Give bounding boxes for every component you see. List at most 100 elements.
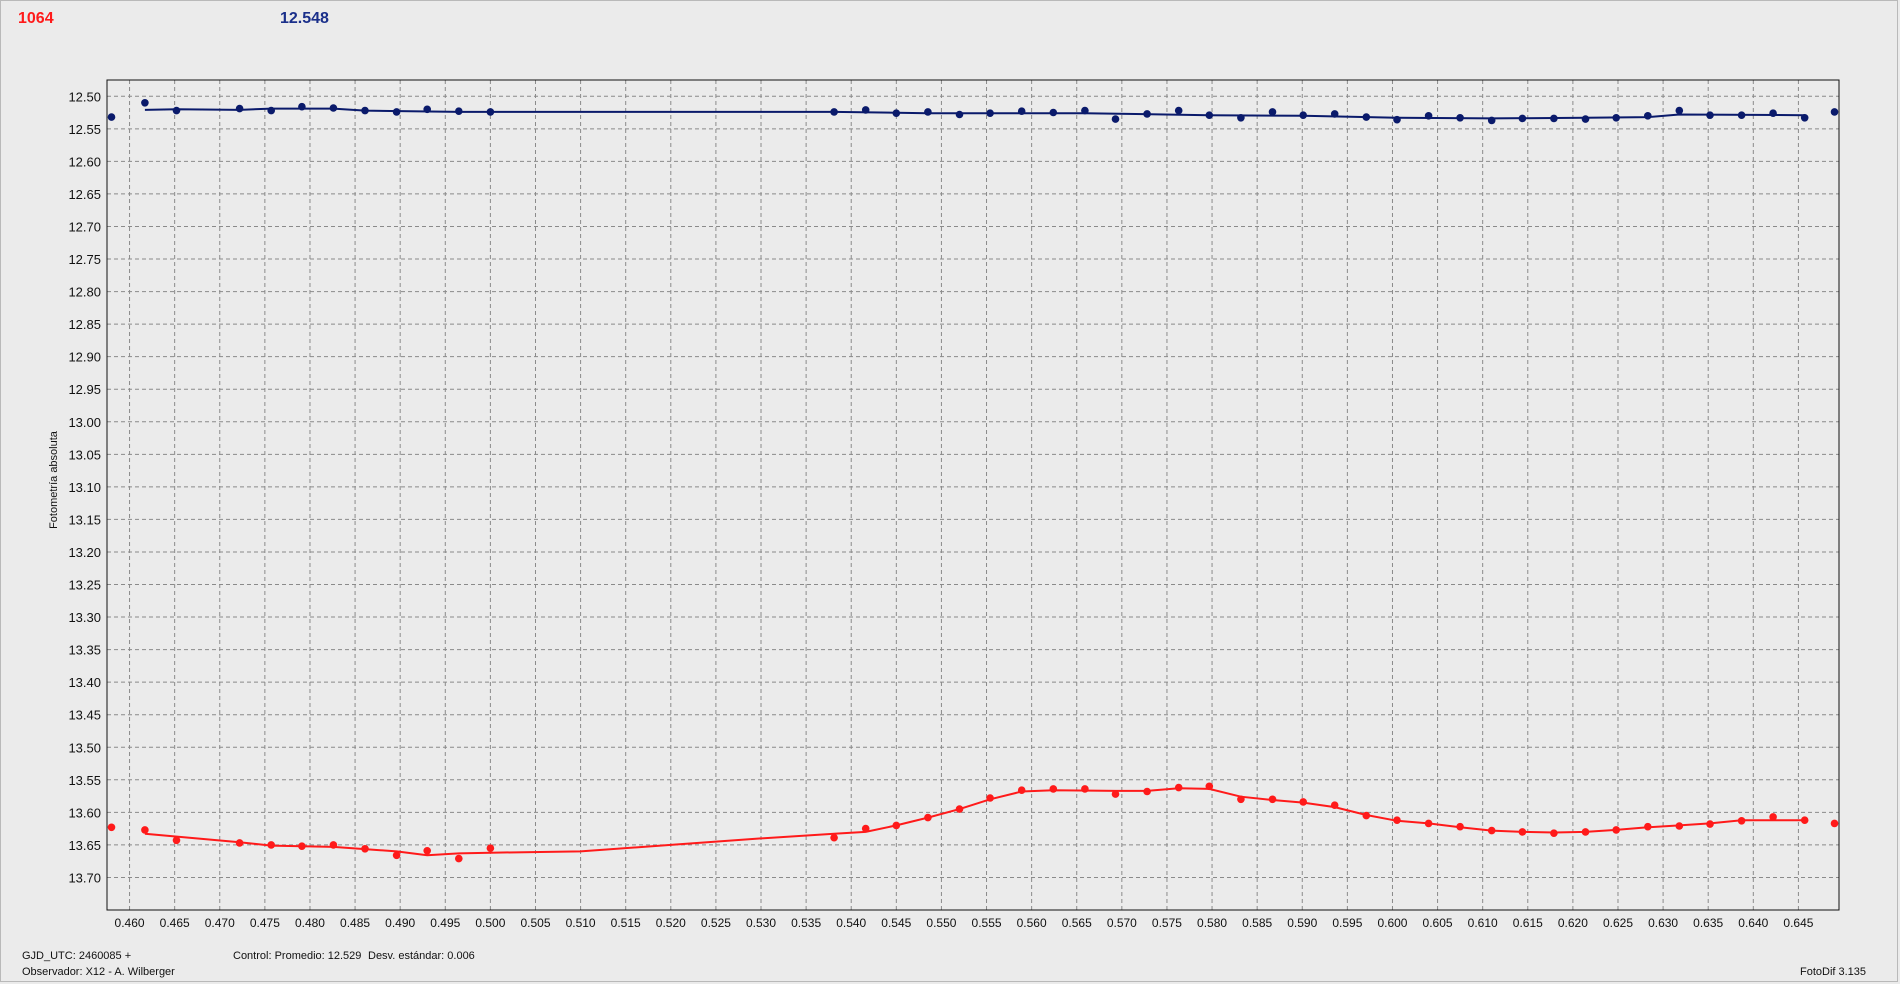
plot-area[interactable] xyxy=(107,80,1839,910)
data-point[interactable] xyxy=(1706,820,1714,828)
data-point[interactable] xyxy=(361,106,369,115)
data-point[interactable] xyxy=(955,110,964,119)
data-point[interactable] xyxy=(267,841,276,849)
data-point[interactable] xyxy=(924,108,932,116)
x-tick-label: 0.500 xyxy=(475,916,505,930)
data-point[interactable] xyxy=(1518,114,1527,123)
data-point[interactable] xyxy=(107,113,116,121)
data-point[interactable] xyxy=(1330,801,1339,809)
data-point[interactable] xyxy=(267,106,276,115)
data-point[interactable] xyxy=(1362,811,1371,820)
data-point[interactable] xyxy=(1143,787,1151,796)
data-point[interactable] xyxy=(486,844,495,852)
data-point[interactable] xyxy=(1737,817,1746,825)
data-point[interactable] xyxy=(1612,826,1620,834)
data-point[interactable] xyxy=(455,854,463,863)
x-tick-label: 0.475 xyxy=(250,916,280,930)
data-point[interactable] xyxy=(1081,106,1089,115)
data-point[interactable] xyxy=(1581,828,1590,836)
data-point[interactable] xyxy=(141,99,149,107)
x-tick-label: 0.515 xyxy=(611,916,641,930)
data-point[interactable] xyxy=(1049,785,1058,793)
data-point[interactable] xyxy=(1456,114,1464,122)
data-point[interactable] xyxy=(1111,115,1120,123)
data-point[interactable] xyxy=(1769,109,1777,117)
data-point[interactable] xyxy=(1487,116,1496,125)
data-point[interactable] xyxy=(1830,819,1839,828)
data-point[interactable] xyxy=(1518,828,1527,836)
data-point[interactable] xyxy=(298,842,306,850)
data-point[interactable] xyxy=(1017,786,1026,794)
data-point[interactable] xyxy=(892,821,901,830)
data-point[interactable] xyxy=(1456,822,1464,831)
data-point[interactable] xyxy=(1111,790,1120,798)
data-point[interactable] xyxy=(986,109,994,117)
data-point[interactable] xyxy=(1675,106,1684,115)
data-point[interactable] xyxy=(1550,114,1558,123)
data-point[interactable] xyxy=(1706,111,1714,119)
data-point[interactable] xyxy=(1644,112,1652,120)
data-point[interactable] xyxy=(1424,112,1433,120)
data-point[interactable] xyxy=(1017,107,1026,115)
data-point[interactable] xyxy=(861,106,870,114)
data-point[interactable] xyxy=(986,794,994,802)
x-tick-label: 0.560 xyxy=(1017,916,1047,930)
data-point[interactable] xyxy=(392,108,401,116)
x-tick-label: 0.595 xyxy=(1332,916,1362,930)
data-point[interactable] xyxy=(1800,114,1809,122)
data-point[interactable] xyxy=(1581,115,1590,123)
data-point[interactable] xyxy=(830,833,838,842)
data-point[interactable] xyxy=(1049,108,1058,117)
light-curve-chart[interactable]: 12.50 12.55 12.60 12.65 12.70 12.75 12.80 12.85… xyxy=(0,0,1900,984)
data-point[interactable] xyxy=(141,826,149,834)
x-tick-label: 0.555 xyxy=(972,916,1002,930)
x-tick-label: 0.645 xyxy=(1783,916,1813,930)
data-point[interactable] xyxy=(1299,798,1307,806)
data-point[interactable] xyxy=(1362,113,1371,121)
data-point[interactable] xyxy=(1424,819,1433,828)
data-point[interactable] xyxy=(486,108,495,116)
data-point[interactable] xyxy=(298,102,306,111)
data-point[interactable] xyxy=(1268,795,1277,804)
data-point[interactable] xyxy=(1237,114,1245,122)
data-point[interactable] xyxy=(1830,108,1839,116)
data-point[interactable] xyxy=(107,823,116,832)
data-point[interactable] xyxy=(1299,111,1307,119)
data-point[interactable] xyxy=(892,109,901,117)
data-point[interactable] xyxy=(1487,826,1496,835)
data-point[interactable] xyxy=(1644,822,1652,831)
data-point[interactable] xyxy=(1330,110,1339,118)
data-point[interactable] xyxy=(329,841,338,849)
data-point[interactable] xyxy=(861,824,870,833)
data-point[interactable] xyxy=(1174,783,1183,792)
data-point[interactable] xyxy=(1205,782,1214,791)
data-point[interactable] xyxy=(1769,813,1777,821)
data-point[interactable] xyxy=(1550,829,1558,837)
x-tick-label: 0.635 xyxy=(1693,916,1723,930)
data-point[interactable] xyxy=(172,836,181,845)
data-point[interactable] xyxy=(1081,785,1089,793)
data-point[interactable] xyxy=(1268,108,1277,116)
data-point[interactable] xyxy=(1237,795,1245,804)
data-point[interactable] xyxy=(172,106,181,115)
data-point[interactable] xyxy=(1737,111,1746,119)
data-point[interactable] xyxy=(1393,115,1401,124)
data-point[interactable] xyxy=(329,104,338,112)
data-point[interactable] xyxy=(830,108,838,116)
data-point[interactable] xyxy=(423,105,432,114)
data-point[interactable] xyxy=(955,805,964,813)
data-point[interactable] xyxy=(235,104,244,113)
data-point[interactable] xyxy=(1675,822,1684,830)
data-point[interactable] xyxy=(423,847,432,855)
data-point[interactable] xyxy=(1143,110,1151,118)
data-point[interactable] xyxy=(1612,114,1620,122)
data-point[interactable] xyxy=(235,839,244,847)
data-point[interactable] xyxy=(361,845,369,853)
data-point[interactable] xyxy=(924,813,932,822)
data-point[interactable] xyxy=(455,107,463,115)
data-point[interactable] xyxy=(1205,111,1214,119)
data-point[interactable] xyxy=(1800,816,1809,824)
data-point[interactable] xyxy=(1174,106,1183,115)
data-point[interactable] xyxy=(392,851,401,860)
data-point[interactable] xyxy=(1393,816,1401,824)
